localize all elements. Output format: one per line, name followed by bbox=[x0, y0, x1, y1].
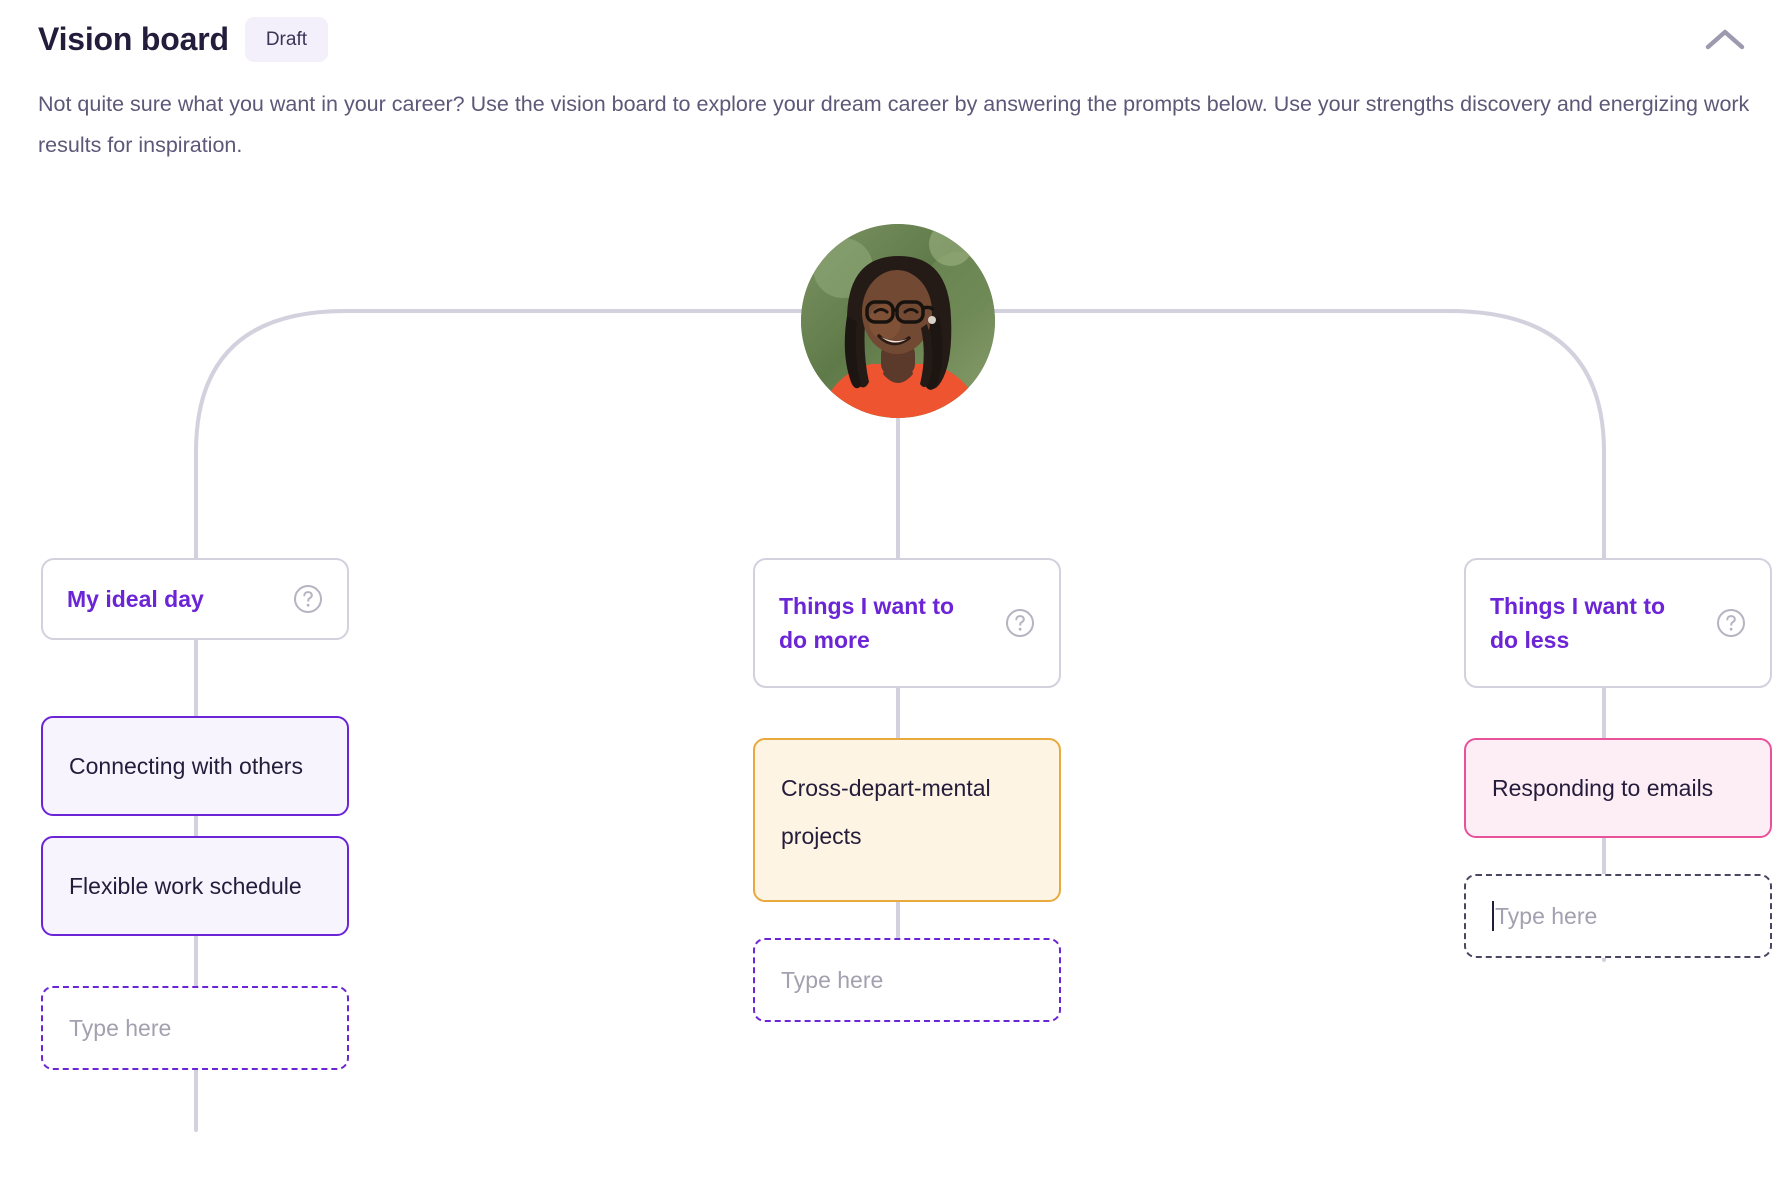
prompt-label: Things I want to do more bbox=[779, 593, 955, 653]
prompt-card-do-more[interactable]: Things I want to do more bbox=[753, 558, 1061, 688]
board-column-do-more: Things I want to do more Cross-depart-me… bbox=[753, 558, 1061, 1022]
add-item-input-do-less[interactable]: Type here bbox=[1464, 874, 1772, 958]
text-cursor bbox=[1492, 901, 1494, 931]
add-item-input-ideal-day[interactable]: Type here bbox=[41, 986, 349, 1070]
board-item-card[interactable]: Flexible work schedule bbox=[41, 836, 349, 936]
board-item-card[interactable]: Cross-depart-mental projects bbox=[753, 738, 1061, 902]
avatar bbox=[801, 224, 995, 418]
input-placeholder: Type here bbox=[781, 967, 884, 993]
help-circle-icon[interactable] bbox=[293, 584, 323, 614]
help-circle-icon[interactable] bbox=[1005, 608, 1035, 638]
input-placeholder: Type here bbox=[1495, 903, 1598, 929]
prompt-card-do-less[interactable]: Things I want to do less bbox=[1464, 558, 1772, 688]
prompt-label: Things I want to do less bbox=[1490, 593, 1666, 653]
prompt-label: My ideal day bbox=[67, 586, 204, 612]
board-column-do-less: Things I want to do less Responding to e… bbox=[1464, 558, 1772, 958]
prompt-card-ideal-day[interactable]: My ideal day bbox=[41, 558, 349, 640]
help-circle-icon[interactable] bbox=[1716, 608, 1746, 638]
board-column-ideal-day: My ideal day Connecting with others Flex… bbox=[41, 558, 349, 1070]
board-item-card[interactable]: Connecting with others bbox=[41, 716, 349, 816]
add-item-input-do-more[interactable]: Type here bbox=[753, 938, 1061, 1022]
vision-board: My ideal day Connecting with others Flex… bbox=[0, 0, 1790, 1182]
board-item-card[interactable]: Responding to emails bbox=[1464, 738, 1772, 838]
input-placeholder: Type here bbox=[69, 1015, 172, 1041]
